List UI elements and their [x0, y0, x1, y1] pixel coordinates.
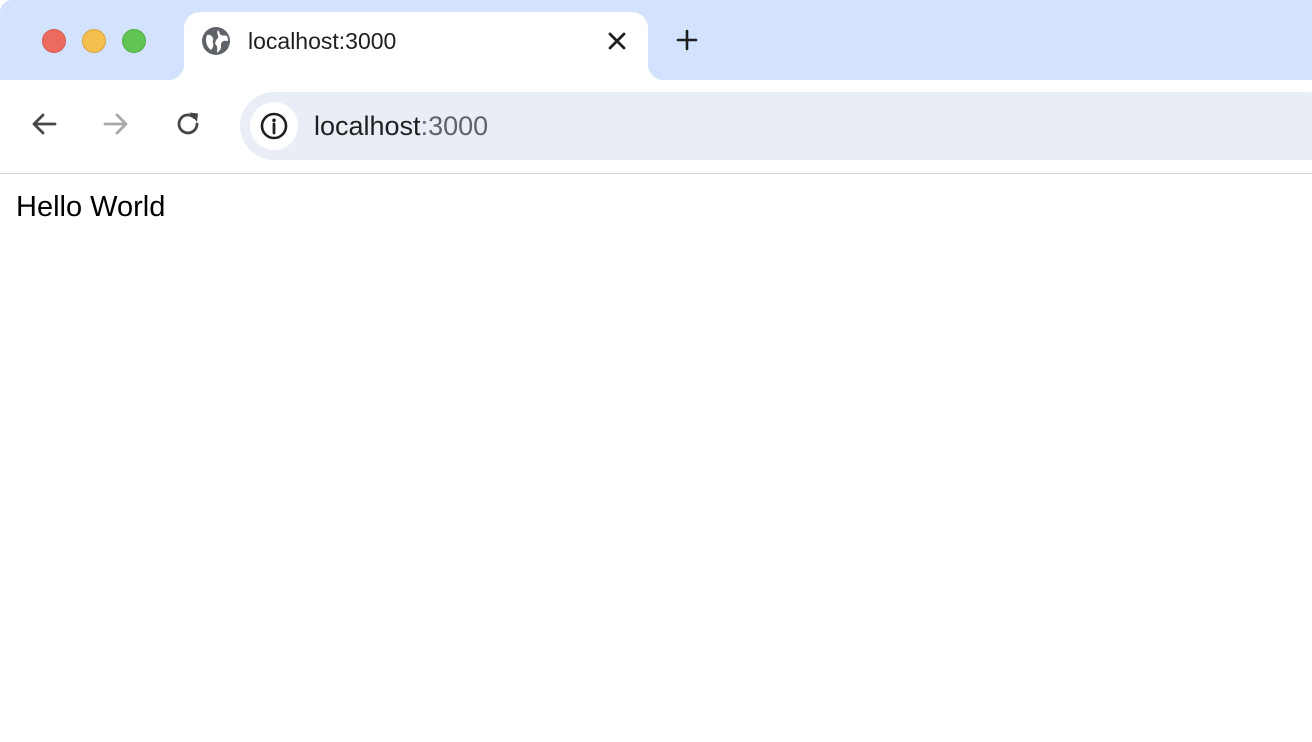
- plus-icon: [675, 28, 699, 52]
- tab-strip: localhost:3000: [0, 0, 1312, 80]
- arrow-left-icon: [30, 110, 58, 138]
- site-info-button[interactable]: [250, 102, 298, 150]
- reload-icon: [174, 110, 202, 138]
- reload-button[interactable]: [172, 108, 204, 140]
- globe-icon: [201, 26, 231, 56]
- info-icon: [259, 111, 289, 141]
- page-text: Hello World: [16, 191, 166, 223]
- toolbar: localhost:3000: [0, 80, 1312, 174]
- close-icon[interactable]: [602, 26, 632, 56]
- address-bar[interactable]: localhost:3000: [240, 92, 1312, 160]
- back-button[interactable]: [28, 108, 60, 140]
- window-maximize-button[interactable]: [122, 29, 146, 53]
- browser-window: localhost:3000 localhost:3000 Hello Worl…: [0, 0, 1312, 742]
- new-tab-button[interactable]: [671, 24, 703, 56]
- window-close-button[interactable]: [42, 29, 66, 53]
- forward-button[interactable]: [100, 108, 132, 140]
- url-port: :3000: [420, 111, 489, 141]
- url-text[interactable]: localhost:3000: [314, 109, 488, 143]
- page-content: Hello World: [0, 174, 1312, 742]
- url-host: localhost: [314, 111, 421, 141]
- arrow-right-icon: [102, 110, 130, 138]
- tab-title: localhost:3000: [248, 28, 397, 54]
- window-minimize-button[interactable]: [82, 29, 106, 53]
- tab-localhost[interactable]: localhost:3000: [168, 12, 664, 80]
